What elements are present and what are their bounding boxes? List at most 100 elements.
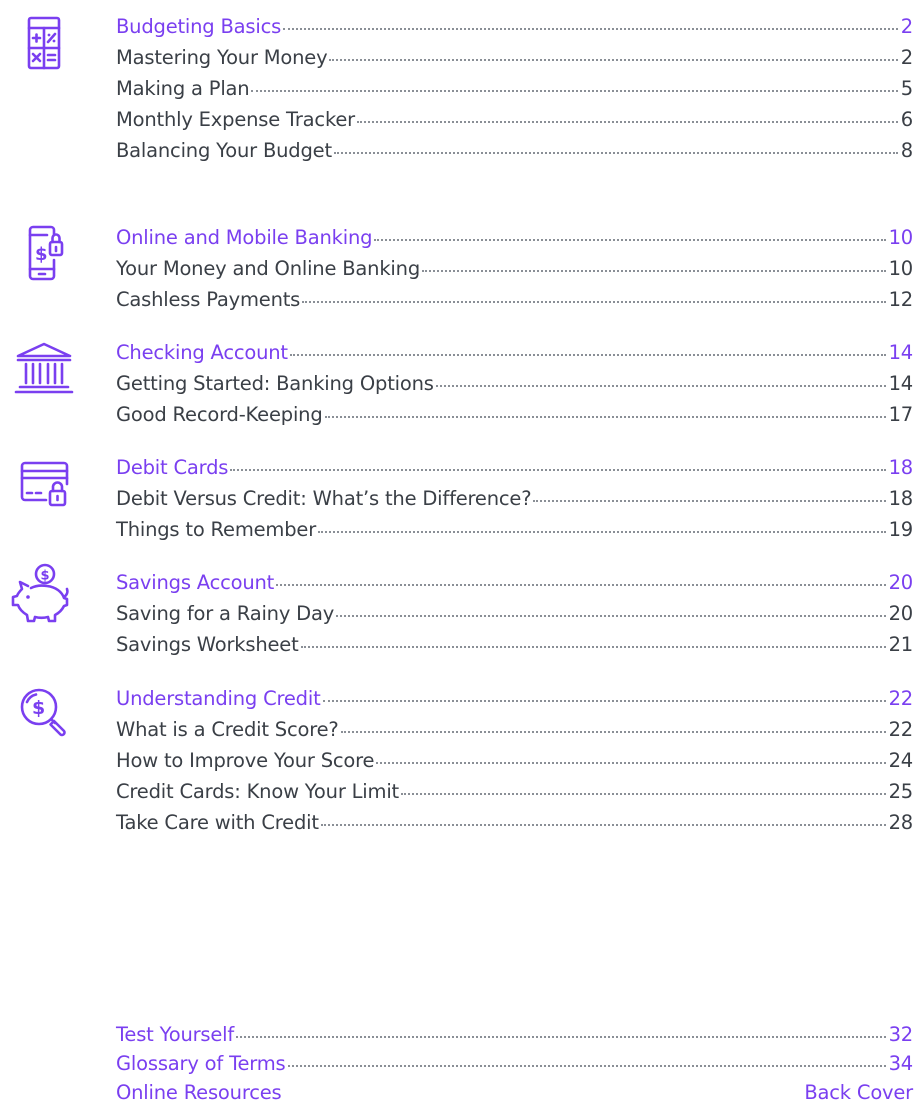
leader-dots (230, 467, 886, 471)
svg-text:$: $ (32, 697, 45, 719)
toc-extra-label: Test Yourself (116, 1023, 235, 1046)
piggy-bank-icon: $ (4, 561, 76, 623)
toc-heading-row[interactable]: Checking Account 14 (116, 337, 913, 368)
toc-extra-row[interactable]: Test Yourself 32 (116, 1020, 913, 1049)
toc-page-number: 25 (888, 780, 914, 803)
leader-dots (435, 383, 886, 387)
toc-page-number: 17 (888, 403, 914, 426)
svg-text:$: $ (35, 244, 48, 265)
leader-dots (287, 1063, 886, 1067)
toc-item-label: Balancing Your Budget (116, 139, 332, 162)
toc-item-label: Debit Versus Credit: What’s the Differen… (116, 487, 532, 510)
toc-page-number: 14 (888, 341, 914, 364)
toc-item-label: Things to Remember (116, 518, 317, 541)
toc-heading-label: Budgeting Basics (116, 15, 282, 38)
toc-extra-label: Glossary of Terms (116, 1052, 286, 1075)
toc-page-number: 6 (900, 108, 913, 131)
toc-item-row[interactable]: Getting Started: Banking Options 14 (116, 368, 913, 399)
toc-item-row[interactable]: Making a Plan 5 (116, 73, 913, 104)
toc-page-number: 10 (888, 257, 914, 280)
leader-dots (236, 1034, 886, 1038)
leader-dots (374, 237, 886, 241)
leader-dots (329, 57, 898, 61)
leader-dots (533, 498, 886, 502)
credit-search-icon: $ (6, 681, 78, 741)
toc-item-label: What is a Credit Score? (116, 718, 339, 741)
bank-icon (8, 339, 80, 399)
toc-heading-row[interactable]: Savings Account 20 (116, 567, 913, 598)
leader-spacer (283, 1094, 801, 1096)
toc-item-label: Good Record-Keeping (116, 403, 323, 426)
toc-item-row[interactable]: How to Improve Your Score 24 (116, 745, 913, 776)
toc-page-number: 18 (888, 487, 914, 510)
toc-item-row[interactable]: Good Record-Keeping 17 (116, 399, 913, 430)
calculator-icon (8, 15, 80, 75)
mobile-banking-icon: $ (8, 224, 80, 284)
toc-heading-row[interactable]: Understanding Credit 22 (116, 683, 913, 714)
toc-item-label: Making a Plan (116, 77, 250, 100)
toc-item-row[interactable]: Things to Remember 19 (116, 514, 913, 545)
toc-item-label: Cashless Payments (116, 288, 301, 311)
leader-dots (276, 582, 886, 586)
toc-page-number: 34 (888, 1052, 914, 1075)
toc-heading-label: Online and Mobile Banking (116, 226, 373, 249)
toc-page-number: 22 (888, 718, 914, 741)
toc-item-label: Getting Started: Banking Options (116, 372, 434, 395)
leader-dots (322, 698, 886, 702)
toc-item-row[interactable]: Savings Worksheet 21 (116, 629, 913, 660)
toc-page-number: 5 (900, 77, 913, 100)
toc-item-row[interactable]: Mastering Your Money 2 (116, 42, 913, 73)
toc-heading-row[interactable]: Budgeting Basics 2 (116, 11, 913, 42)
toc-item-row[interactable]: Debit Versus Credit: What’s the Differen… (116, 483, 913, 514)
toc-item-label: Mastering Your Money (116, 46, 328, 69)
toc-item-row[interactable]: Your Money and Online Banking 10 (116, 253, 913, 284)
toc-page-number: 2 (900, 46, 913, 69)
toc-item-label: Savings Worksheet (116, 633, 299, 656)
leader-dots (289, 352, 886, 356)
toc-rows: Understanding Credit 22 What is a Credit… (116, 683, 913, 838)
toc-page-number: 10 (888, 226, 914, 249)
leader-dots (333, 150, 898, 154)
toc-page-number: 19 (888, 518, 914, 541)
toc-heading-label: Savings Account (116, 571, 275, 594)
toc-heading-label: Debit Cards (116, 456, 229, 479)
toc-item-label: Saving for a Rainy Day (116, 602, 335, 625)
toc-page-number: 21 (888, 633, 914, 656)
debit-card-lock-icon (8, 454, 80, 514)
leader-dots (324, 414, 886, 418)
leader-dots (320, 822, 886, 826)
toc-item-row[interactable]: Take Care with Credit 28 (116, 807, 913, 838)
leader-dots (340, 729, 886, 733)
leader-dots (300, 644, 886, 648)
toc-extra-label: Online Resources (116, 1081, 282, 1104)
toc-page-number: 18 (888, 456, 914, 479)
toc-item-row[interactable]: Cashless Payments 12 (116, 284, 913, 315)
toc-extra-row[interactable]: Online Resources Back Cover (116, 1078, 913, 1107)
leader-dots (318, 529, 886, 533)
toc-rows: Checking Account 14 Getting Started: Ban… (116, 337, 913, 430)
toc-item-row[interactable]: What is a Credit Score? 22 (116, 714, 913, 745)
leader-dots (283, 26, 898, 30)
toc-item-label: Your Money and Online Banking (116, 257, 420, 280)
leader-dots (376, 760, 886, 764)
toc-heading-label: Checking Account (116, 341, 288, 364)
toc-heading-row[interactable]: Online and Mobile Banking 10 (116, 222, 913, 253)
toc-item-label: Take Care with Credit (116, 811, 319, 834)
toc-rows: Savings Account 20 Saving for a Rainy Da… (116, 567, 913, 660)
toc-item-label: Monthly Expense Tracker (116, 108, 355, 131)
toc-item-row[interactable]: Monthly Expense Tracker 6 (116, 104, 913, 135)
toc-page-number: 20 (888, 602, 914, 625)
toc-item-label: Credit Cards: Know Your Limit (116, 780, 399, 803)
leader-dots (400, 791, 886, 795)
toc-page-number: 24 (888, 749, 914, 772)
toc-item-row[interactable]: Credit Cards: Know Your Limit 25 (116, 776, 913, 807)
toc-page-number: 2 (900, 15, 913, 38)
toc-extra-row[interactable]: Glossary of Terms 34 (116, 1049, 913, 1078)
toc-heading-label: Understanding Credit (116, 687, 321, 710)
toc-item-row[interactable]: Balancing Your Budget 8 (116, 135, 913, 166)
toc-item-row[interactable]: Saving for a Rainy Day 20 (116, 598, 913, 629)
toc-heading-row[interactable]: Debit Cards 18 (116, 452, 913, 483)
toc-page-number: 20 (888, 571, 914, 594)
toc-page-number: 28 (888, 811, 914, 834)
toc-page-number: 22 (888, 687, 914, 710)
